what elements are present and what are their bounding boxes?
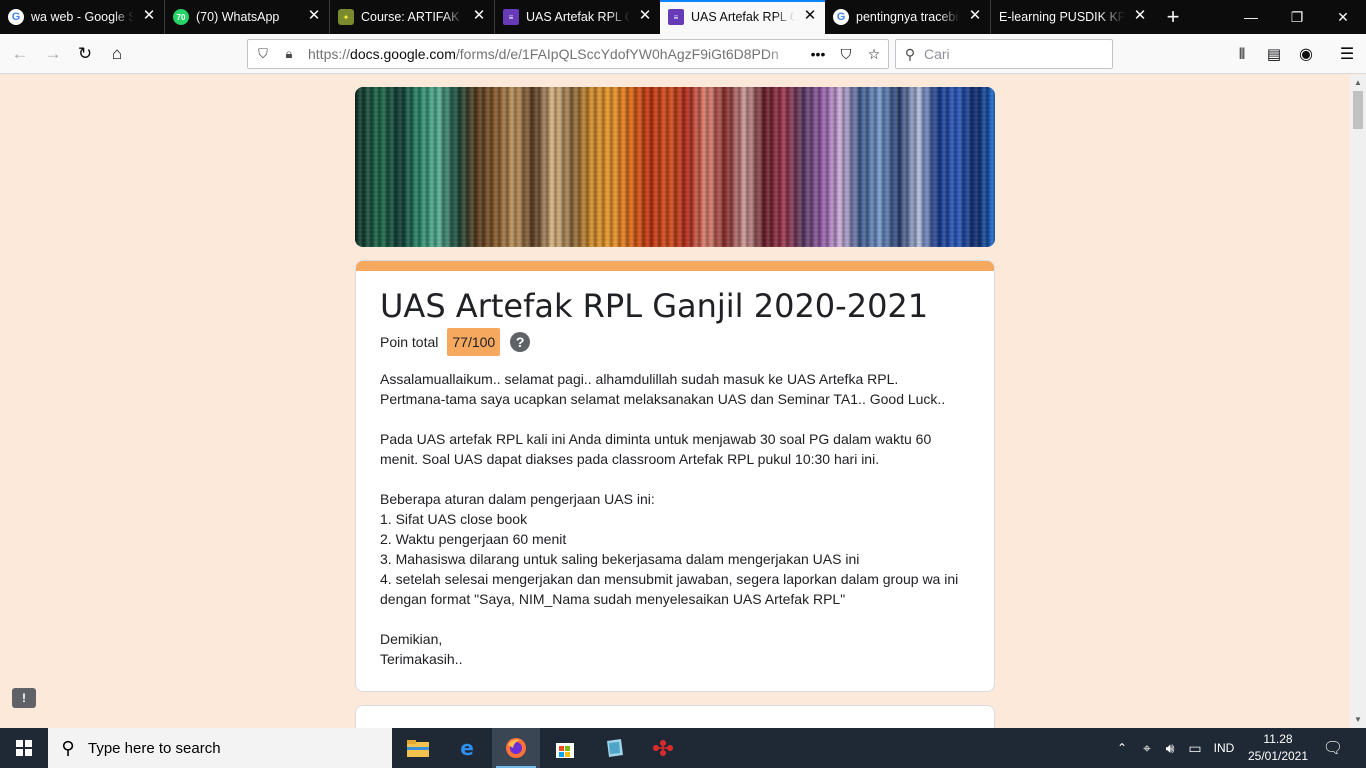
start-button[interactable] xyxy=(0,728,48,768)
minimize-button[interactable]: — xyxy=(1228,0,1274,34)
chevron-up-icon[interactable]: ⌃ xyxy=(1112,728,1132,768)
edge-icon[interactable]: e xyxy=(443,728,491,768)
question-card xyxy=(355,705,995,728)
close-icon[interactable]: ✕ xyxy=(803,8,817,23)
taskbar: ⚲ Type here to search e ⌃ ⌖ 🔊︎ ▭ IND 11.… xyxy=(0,728,1366,768)
app-icon[interactable] xyxy=(590,728,638,768)
store-icon[interactable] xyxy=(541,728,589,768)
tab-title: (70) WhatsApp xyxy=(196,10,280,24)
clock-date: 25/01/2021 xyxy=(1247,749,1309,763)
forward-button[interactable]: → xyxy=(40,41,66,67)
taskbar-search[interactable]: ⚲ Type here to search xyxy=(48,728,392,768)
tab-title: E-learning PUSDIK KP xyxy=(999,10,1125,24)
scroll-down-icon[interactable]: ▼ xyxy=(1350,712,1366,728)
google-icon: G xyxy=(833,9,849,25)
tab-title: Course: ARTIFAK RE xyxy=(361,10,464,24)
close-icon[interactable]: ✕ xyxy=(1133,8,1147,23)
url-host: docs.google.com xyxy=(350,46,456,62)
google-icon: G xyxy=(8,9,24,25)
shield-icon[interactable]: ⛉ xyxy=(252,46,274,62)
taskbar-search-placeholder: Type here to search xyxy=(88,739,221,757)
tab-elearning[interactable]: E-learning PUSDIK KP ✕ xyxy=(991,0,1155,34)
search-icon: ⚲ xyxy=(904,45,916,62)
tab-uas-form-2[interactable]: ≡ UAS Artefak RPL Ga ✕ xyxy=(660,0,825,34)
network-app-icon[interactable] xyxy=(639,728,687,768)
lock-icon[interactable]: 🔒︎ xyxy=(278,46,300,62)
close-icon[interactable]: ✕ xyxy=(968,8,982,23)
close-icon[interactable]: ✕ xyxy=(638,8,652,23)
moodle-icon: ✦ xyxy=(338,9,354,25)
close-icon[interactable]: ✕ xyxy=(142,8,156,23)
bookmark-star-icon[interactable]: ☆ xyxy=(860,46,888,63)
tab-title: wa web - Google Se xyxy=(31,10,134,24)
tab-course[interactable]: ✦ Course: ARTIFAK RE ✕ xyxy=(330,0,494,34)
close-icon[interactable]: ✕ xyxy=(307,8,321,23)
whatsapp-icon: 70 xyxy=(173,9,189,25)
back-button[interactable]: ← xyxy=(7,41,33,67)
tab-whatsapp[interactable]: 70 (70) WhatsApp ✕ xyxy=(165,0,329,34)
navigation-bar: ← → ↻ ⌂ ⛉ 🔒︎ https://docs.google.com/for… xyxy=(0,34,1366,74)
sidebar-icon[interactable]: ▤ xyxy=(1261,41,1287,67)
scrollbar[interactable]: ▲ ▼ xyxy=(1350,75,1366,728)
pocket-icon[interactable]: ⛉ xyxy=(832,46,860,63)
network-icon[interactable]: ⌖ xyxy=(1136,728,1158,768)
google-forms-icon: ≡ xyxy=(503,9,519,25)
page-content: UAS Artefak RPL Ganjil 2020-2021 Poin to… xyxy=(0,75,1350,728)
restore-button[interactable]: ❐ xyxy=(1274,0,1320,34)
form-header-card: UAS Artefak RPL Ganjil 2020-2021 Poin to… xyxy=(355,260,995,692)
form-title: UAS Artefak RPL Ganjil 2020-2021 xyxy=(380,287,929,325)
close-icon[interactable]: ✕ xyxy=(472,8,486,23)
account-icon[interactable]: ◉ xyxy=(1293,41,1319,67)
close-window-button[interactable]: ✕ xyxy=(1320,0,1366,34)
svg-text:e: e xyxy=(460,737,474,759)
home-button[interactable]: ⌂ xyxy=(104,41,130,67)
clock[interactable]: 11.28 25/01/2021 xyxy=(1240,731,1316,765)
clock-time: 11.28 xyxy=(1263,732,1293,746)
page-actions-icon[interactable]: ••• xyxy=(804,46,832,62)
menu-icon[interactable]: ☰ xyxy=(1334,41,1360,67)
feedback-icon[interactable]: ! xyxy=(12,688,36,708)
search-bar[interactable]: ⚲ xyxy=(895,39,1113,69)
url-text[interactable]: https://docs.google.com/forms/d/e/1FAIpQ… xyxy=(308,46,804,62)
tab-title: UAS Artefak RPL Ga xyxy=(691,10,795,24)
theme-accent-bar xyxy=(356,261,994,271)
score-label: Poin total xyxy=(380,334,439,350)
scrollbar-thumb[interactable] xyxy=(1353,91,1363,129)
tab-uas-form-1[interactable]: ≡ UAS Artefak RPL Ga ✕ xyxy=(495,0,660,34)
scroll-up-icon[interactable]: ▲ xyxy=(1350,75,1366,91)
google-forms-icon: ≡ xyxy=(668,9,684,25)
new-tab-button[interactable]: + xyxy=(1155,0,1191,34)
file-explorer-icon[interactable] xyxy=(394,728,442,768)
tab-traceability[interactable]: G pentingnya tracebili ✕ xyxy=(825,0,990,34)
tab-title: pentingnya tracebili xyxy=(856,10,960,24)
volume-icon[interactable]: 🔊︎ xyxy=(1159,728,1181,768)
tab-bar: G wa web - Google Se ✕ 70 (70) WhatsApp … xyxy=(0,0,1366,34)
form-header-image xyxy=(355,87,995,247)
firefox-icon[interactable] xyxy=(492,728,540,768)
address-bar[interactable]: ⛉ 🔒︎ https://docs.google.com/forms/d/e/1… xyxy=(247,39,889,69)
windows-logo-icon xyxy=(16,740,32,756)
battery-icon[interactable]: ▭ xyxy=(1184,728,1206,768)
url-prefix: https:// xyxy=(308,46,351,62)
score-badge: 77/100 xyxy=(447,328,501,356)
language-indicator[interactable]: IND xyxy=(1208,728,1240,768)
search-icon: ⚲ xyxy=(61,737,75,758)
search-input[interactable] xyxy=(924,46,1112,62)
notification-icon[interactable]: 🗨︎ xyxy=(1318,728,1348,768)
reload-button[interactable]: ↻ xyxy=(72,41,98,67)
score-row: Poin total 77/100 ? xyxy=(380,327,531,357)
help-icon[interactable]: ? xyxy=(510,332,531,352)
library-icon[interactable]: ⫴ xyxy=(1229,41,1255,67)
form-description: Assalamuallaikum.. selamat pagi.. alhamd… xyxy=(380,371,959,667)
url-path: /forms/d/e/1FAIpQLSccYdofYW0hAgzF9iGt6D8… xyxy=(455,46,779,62)
tab-title: UAS Artefak RPL Ga xyxy=(526,10,630,24)
tab-google-search[interactable]: G wa web - Google Se ✕ xyxy=(0,0,164,34)
